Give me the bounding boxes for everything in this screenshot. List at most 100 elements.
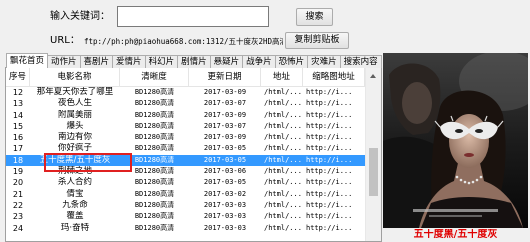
tab-action[interactable]: 动作片 <box>47 55 81 68</box>
table-row[interactable]: 15 爆头 BD1280高清 2017-03-07/html/... http://i.… <box>6 121 365 132</box>
column-header-seq[interactable]: 序号 <box>6 68 30 86</box>
cell-title[interactable]: 南边有你 <box>30 132 120 143</box>
tab-home[interactable]: 飘花首页 <box>6 53 49 68</box>
cell-date[interactable]: 2017-03-05 <box>189 155 261 166</box>
cell-date[interactable]: 2017-03-06 <box>189 166 261 177</box>
cell-seq[interactable]: 18 <box>6 155 30 166</box>
tab-search-results[interactable]: 搜索内容 <box>339 55 382 68</box>
cell-date[interactable]: 2017-03-03 <box>189 200 261 211</box>
cell-thumbnail[interactable]: http://i... <box>303 211 365 222</box>
tab-comedy[interactable]: 喜剧片 <box>79 55 114 68</box>
table-row[interactable]: 22 九条命 BD1280高清 2017-03-03/html/... http://i… <box>6 200 365 211</box>
cell-title[interactable]: 九条命 <box>30 200 120 211</box>
cell-quality[interactable]: BD1280高清 <box>120 121 189 132</box>
table-row[interactable]: 16 南边有你 BD1280高清 2017-03-09/html/... http://… <box>6 132 365 143</box>
scrollbar-thumb[interactable] <box>369 148 378 196</box>
cell-quality[interactable]: BD1280高清 <box>120 200 189 211</box>
cell-thumbnail[interactable]: http://i... <box>303 121 365 132</box>
cell-address[interactable]: /html/... <box>261 87 303 98</box>
tab-disaster[interactable]: 灾难片 <box>307 55 341 68</box>
table-row[interactable]: 12 那年夏天你去了哪里 BD1280高清 2017-03-09/html/... ht… <box>6 87 365 98</box>
cell-quality[interactable]: BD1280高清 <box>120 87 189 98</box>
cell-title[interactable]: 附属美丽 <box>30 110 120 121</box>
cell-thumbnail[interactable]: http://i... <box>303 155 365 166</box>
cell-quality[interactable]: BD1280高清 <box>120 98 189 109</box>
cell-quality[interactable]: BD1280高清 <box>120 110 189 121</box>
cell-title[interactable]: 夜色人生 <box>30 98 120 109</box>
cell-seq[interactable]: 16 <box>6 132 30 143</box>
cell-date[interactable]: 2017-03-03 <box>189 223 261 234</box>
cell-quality[interactable]: BD1280高清 <box>120 189 189 200</box>
tab-romance[interactable]: 爱情片 <box>112 55 146 68</box>
table-row[interactable]: 24 玛·奋特 BD1280高清 2017-03-03/html/... http://… <box>6 223 365 234</box>
tab-thriller[interactable]: 悬疑片 <box>209 55 244 68</box>
cell-date[interactable]: 2017-03-05 <box>189 143 261 154</box>
tab-scifi[interactable]: 科幻片 <box>144 55 179 68</box>
cell-address[interactable]: /html/... <box>261 200 303 211</box>
cell-thumbnail[interactable]: http://i... <box>303 166 365 177</box>
cell-seq[interactable]: 23 <box>6 211 30 222</box>
table-row[interactable]: 14 附属美丽 BD1280高清 2017-03-09/html/... http://… <box>6 110 365 121</box>
scroll-up-button[interactable] <box>366 68 381 84</box>
cell-seq[interactable]: 20 <box>6 177 30 188</box>
cell-date[interactable]: 2017-03-03 <box>189 211 261 222</box>
tab-horror[interactable]: 恐怖片 <box>274 55 309 68</box>
cell-thumbnail[interactable]: http://i... <box>303 189 365 200</box>
cell-title[interactable]: 倩宝 <box>30 189 120 200</box>
cell-seq[interactable]: 21 <box>6 189 30 200</box>
table-row[interactable]: 21 倩宝 BD1280高清 2017-03-02/html/... http://i.… <box>6 189 365 200</box>
cell-address[interactable]: /html/... <box>261 155 303 166</box>
column-header-quality[interactable]: 清晰度 <box>120 68 189 86</box>
tab-war[interactable]: 战争片 <box>242 55 276 68</box>
cell-seq[interactable]: 14 <box>6 110 30 121</box>
vertical-scrollbar[interactable] <box>365 68 381 241</box>
copy-to-clipboard-button[interactable]: 复制剪贴板 <box>285 32 349 49</box>
cell-quality[interactable]: BD1280高清 <box>120 223 189 234</box>
cell-date[interactable]: 2017-03-09 <box>189 132 261 143</box>
cell-thumbnail[interactable]: http://i... <box>303 177 365 188</box>
cell-address[interactable]: /html/... <box>261 177 303 188</box>
cell-address[interactable]: /html/... <box>261 110 303 121</box>
cell-date[interactable]: 2017-03-02 <box>189 189 261 200</box>
cell-seq[interactable]: 13 <box>6 98 30 109</box>
cell-seq[interactable]: 15 <box>6 121 30 132</box>
cell-seq[interactable]: 17 <box>6 143 30 154</box>
tab-drama[interactable]: 剧情片 <box>177 55 211 68</box>
cell-thumbnail[interactable]: http://i... <box>303 110 365 121</box>
cell-date[interactable]: 2017-03-05 <box>189 177 261 188</box>
column-header-title[interactable]: 电影名称 <box>30 68 120 86</box>
cell-quality[interactable]: BD1280高清 <box>120 211 189 222</box>
cell-address[interactable]: /html/... <box>261 121 303 132</box>
cell-address[interactable]: /html/... <box>261 223 303 234</box>
cell-address[interactable]: /html/... <box>261 189 303 200</box>
cell-seq[interactable]: 22 <box>6 200 30 211</box>
cell-title[interactable]: 杀人合约 <box>30 177 120 188</box>
cell-title[interactable]: 爆头 <box>30 121 120 132</box>
keyword-input[interactable] <box>117 6 269 27</box>
cell-quality[interactable]: BD1280高清 <box>120 177 189 188</box>
cell-seq[interactable]: 24 <box>6 223 30 234</box>
cell-thumbnail[interactable]: http://i... <box>303 132 365 143</box>
column-header-thumbnail[interactable]: 缩略图地址 <box>303 68 365 86</box>
column-header-date[interactable]: 更新日期 <box>189 68 261 86</box>
cell-thumbnail[interactable]: http://i... <box>303 143 365 154</box>
cell-thumbnail[interactable]: http://i... <box>303 223 365 234</box>
table-row[interactable]: 20 杀人合约 BD1280高清 2017-03-05/html/... http://… <box>6 177 365 188</box>
cell-date[interactable]: 2017-03-07 <box>189 121 261 132</box>
cell-date[interactable]: 2017-03-07 <box>189 98 261 109</box>
cell-thumbnail[interactable]: http://i... <box>303 87 365 98</box>
url-value[interactable]: ftp://ph:ph@piaohua668.com:1312/五十度灰2HD高… <box>84 37 283 47</box>
cell-seq[interactable]: 12 <box>6 87 30 98</box>
cell-address[interactable]: /html/... <box>261 166 303 177</box>
column-header-address[interactable]: 地址 <box>261 68 303 86</box>
cell-address[interactable]: /html/... <box>261 143 303 154</box>
cell-thumbnail[interactable]: http://i... <box>303 200 365 211</box>
cell-seq[interactable]: 19 <box>6 166 30 177</box>
cell-address[interactable]: /html/... <box>261 132 303 143</box>
cell-title[interactable]: 覆盖 <box>30 211 120 222</box>
cell-thumbnail[interactable]: http://i... <box>303 98 365 109</box>
cell-title[interactable]: 玛·奋特 <box>30 223 120 234</box>
table-row[interactable]: 13 夜色人生 BD1280高清 2017-03-07/html/... http://… <box>6 98 365 109</box>
search-button[interactable]: 搜索 <box>296 8 333 26</box>
cell-date[interactable]: 2017-03-09 <box>189 110 261 121</box>
